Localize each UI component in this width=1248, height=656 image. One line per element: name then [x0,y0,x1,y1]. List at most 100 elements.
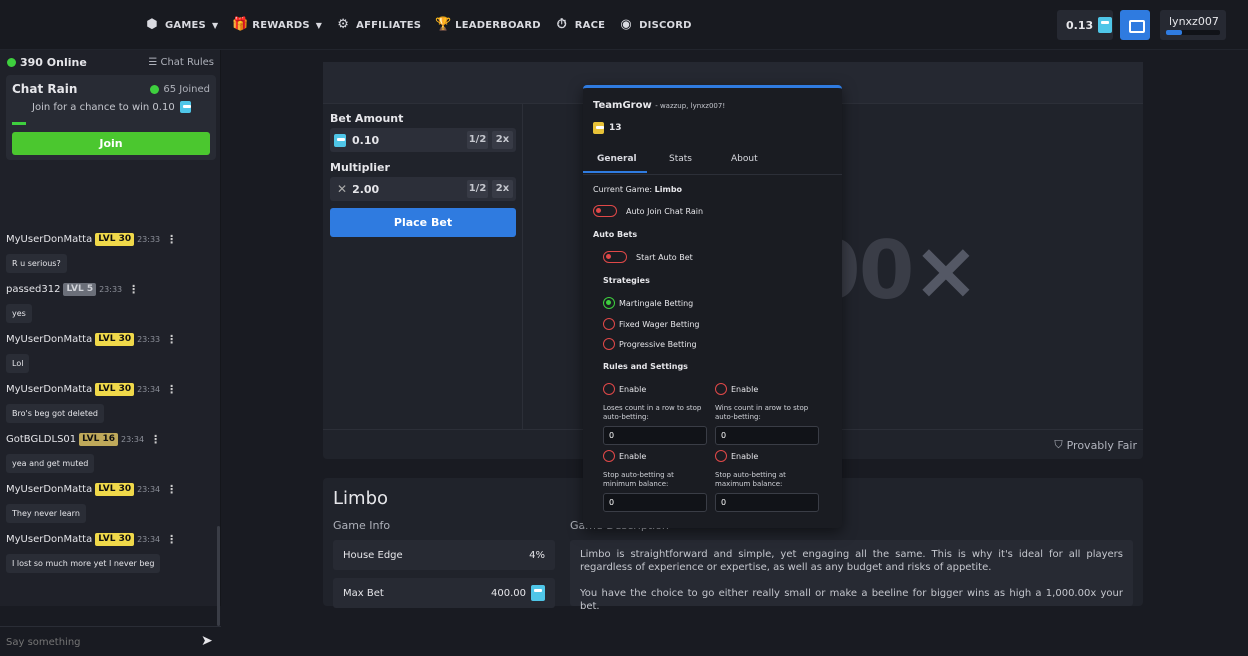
strategy-progressive[interactable]: Progressive Betting [603,338,697,350]
multiplier-label: Multiplier [330,161,390,174]
radio-button[interactable] [603,383,615,395]
balance-display[interactable]: 0.13 [1057,10,1113,40]
nav-race[interactable]: ⏱ RACE [555,18,605,32]
stopwatch-icon: ⏱ [556,17,567,32]
radio-button[interactable] [603,450,615,462]
strategy-martingale[interactable]: Martingale Betting [603,297,693,309]
nav-label: AFFILIATES [356,19,422,31]
loses-input[interactable]: 0 [603,426,707,445]
nav-menu: ⬢ GAMES ▼ 🎁 REWARDS ▼ ⚙ AFFILIATES 🏆 LEADERBOA… [145,0,706,50]
place-bet-button[interactable]: Place Bet [330,208,516,237]
description-paragraph-2: You have the choice to go either really … [580,588,1123,612]
message-text: Lol [6,354,30,373]
gem-icon [1098,17,1113,33]
half-multiplier-button[interactable]: 1/2 [467,180,488,198]
rain-progress [12,122,26,125]
chat-input[interactable] [6,633,186,651]
more-options-icon[interactable]: ⋮ [150,433,161,446]
strategy-fixed[interactable]: Fixed Wager Betting [603,318,699,330]
more-options-icon[interactable]: ⋮ [166,233,177,246]
send-icon[interactable]: ➤ [201,634,215,648]
top-navbar: ⬢ GAMES ▼ 🎁 REWARDS ▼ ⚙ AFFILIATES 🏆 LEADERBOA… [0,0,1248,50]
enable-wins[interactable]: Enable [715,383,758,395]
message-username[interactable]: MyUserDonMatta [6,234,92,245]
provably-fair-link[interactable]: ⛉ Provably Fair [1054,438,1137,452]
message-username[interactable]: MyUserDonMatta [6,384,92,395]
toggle-switch[interactable] [593,205,617,217]
chat-message: passed312 LVL 5 23:33 ⋮ yes [6,282,211,323]
max-balance-input[interactable]: 0 [715,493,819,512]
auto-join-toggle[interactable]: Auto Join Chat Rain [593,205,703,217]
message-username[interactable]: passed312 [6,284,60,295]
gem-icon [179,101,191,113]
joined-count: 65 Joined [150,84,210,95]
enable-min[interactable]: Enable [603,450,646,462]
bet-controls: Bet Amount 0.10 1/2 2x Multiplier ✕ 2.00 1/2… [323,104,523,429]
nav-rewards[interactable]: 🎁 REWARDS ▼ [232,18,322,32]
join-rain-button[interactable]: Join [12,132,210,155]
message-text: I lost so much more yet I never beg [6,554,161,573]
cube-icon: ⬢ [146,17,158,32]
game-title: Limbo [333,488,389,509]
chat-message: MyUserDonMatta LVL 30 23:34 ⋮ I lost so much… [6,532,211,573]
message-text: Bro's beg got deleted [6,404,104,423]
chat-scrollbar[interactable] [217,526,220,626]
house-edge-row: House Edge 4% [333,540,555,570]
message-username[interactable]: GotBGLDLS01 [6,434,76,445]
wallet-button[interactable] [1120,10,1150,40]
enable-max[interactable]: Enable [715,450,758,462]
nav-label: GAMES [165,19,206,31]
radio-button[interactable] [603,318,615,330]
bet-amount-input[interactable]: 0.10 1/2 2x [330,128,516,152]
radio-button[interactable] [715,450,727,462]
double-bet-button[interactable]: 2x [492,131,513,149]
toggle-switch[interactable] [603,251,627,263]
online-label: 390 Online [20,56,87,69]
multiplier-input[interactable]: ✕ 2.00 1/2 2x [330,177,516,201]
max-bet-row: Max Bet 400.00 [333,578,555,608]
message-username[interactable]: MyUserDonMatta [6,484,92,495]
radio-button[interactable] [603,338,615,350]
more-options-icon[interactable]: ⋮ [166,483,177,496]
nav-leaderboard[interactable]: 🏆 LEADERBOARD [435,18,541,32]
nav-label: RACE [574,19,606,31]
message-time: 23:34 [121,434,145,444]
more-options-icon[interactable]: ⋮ [166,383,177,396]
rain-subtitle-text: Join for a chance to win 0.10 [32,101,175,113]
provably-fair-label: Provably Fair [1066,438,1137,452]
nav-discord[interactable]: ◉ DISCORD [619,18,691,32]
user-menu[interactable]: lynxz007 [1160,10,1226,40]
tab-stats[interactable]: Stats [669,154,692,164]
start-auto-bet-toggle[interactable]: Start Auto Bet [603,251,693,263]
panel-coins: 13 [593,122,622,134]
loses-label: Loses count in a row to stop auto-bettin… [603,404,702,421]
message-username[interactable]: MyUserDonMatta [6,534,92,545]
strategy-label: Progressive Betting [619,339,697,349]
message-username[interactable]: MyUserDonMatta [6,334,92,345]
chat-message: MyUserDonMatta LVL 30 23:33 ⋮ Lol [6,332,211,373]
description-paragraph-1: Limbo is straightforward and simple, yet… [580,549,1123,573]
enable-loses[interactable]: Enable [603,383,646,395]
more-options-icon[interactable]: ⋮ [166,333,177,346]
xp-bar [1166,30,1220,35]
half-bet-button[interactable]: 1/2 [467,131,488,149]
chat-rules-link[interactable]: ☰ Chat Rules [148,57,214,68]
min-balance-input[interactable]: 0 [603,493,707,512]
tab-about[interactable]: About [731,154,758,164]
message-text: R u serious? [6,254,67,273]
nav-games[interactable]: ⬢ GAMES ▼ [145,18,218,32]
more-options-icon[interactable]: ⋮ [166,533,177,546]
wins-input[interactable]: 0 [715,426,819,445]
radio-button[interactable] [715,383,727,395]
more-options-icon[interactable]: ⋮ [128,283,139,296]
nav-affiliates[interactable]: ⚙ AFFILIATES [336,18,421,32]
chevron-down-icon: ▼ [315,20,323,30]
radio-button[interactable] [603,297,615,309]
tab-general[interactable]: General [597,154,637,164]
house-edge-value: 4% [529,549,545,561]
panel-tabs: General Stats About [583,152,842,175]
message-header: MyUserDonMatta LVL 30 23:33 ⋮ [6,232,211,246]
double-multiplier-button[interactable]: 2x [492,180,513,198]
strategy-label: Martingale Betting [619,298,694,308]
message-header: MyUserDonMatta LVL 30 23:34 ⋮ [6,532,211,546]
